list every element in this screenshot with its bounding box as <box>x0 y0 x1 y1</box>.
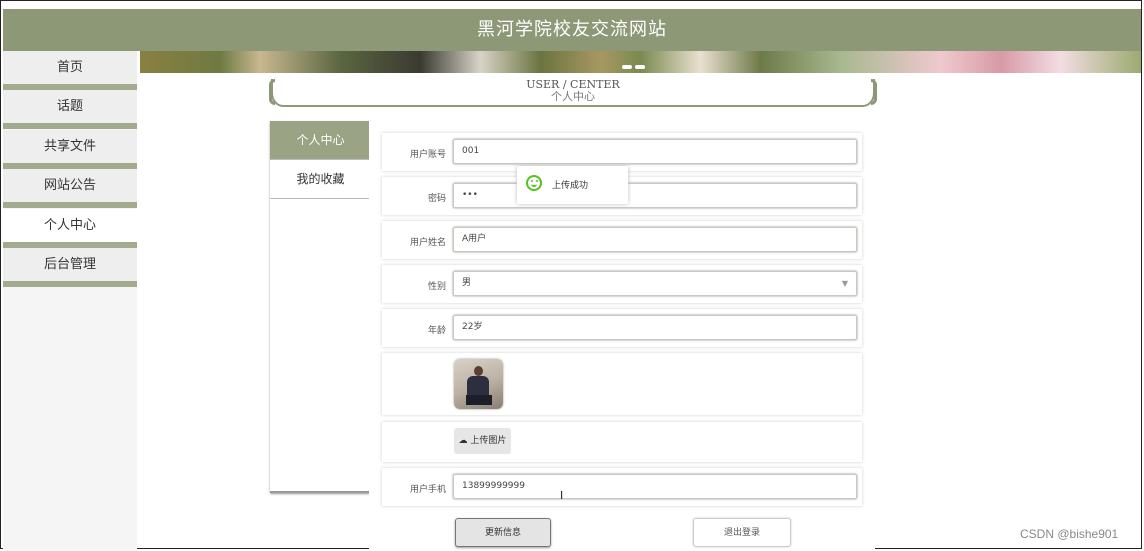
heading-cap-right <box>871 79 877 105</box>
account-input[interactable]: 001 <box>453 139 857 164</box>
upload-image-label: 上传图片 <box>470 436 507 446</box>
phone-input[interactable]: 13899999999 <box>453 474 857 499</box>
upload-success-toast: 上传成功 <box>517 166 628 204</box>
age-label: 年龄 <box>427 326 446 336</box>
sub-menu-user-center[interactable]: 个人中心 <box>270 121 371 160</box>
user-center-title-cn: 个人中心 <box>551 90 595 103</box>
nav-item-shared-files[interactable]: 共享文件 <box>3 130 137 169</box>
gender-select-value: 男 <box>462 278 472 288</box>
avatar-image <box>454 359 503 409</box>
nav-item-admin[interactable]: 后台管理 <box>3 248 137 287</box>
user-center-heading: USER / CENTER 个人中心 <box>269 79 877 107</box>
form-row-upload: ☁ 上传图片 <box>382 422 862 462</box>
form-row-gender: 性别 男 ▼ <box>382 265 862 303</box>
phone-label: 用户手机 <box>409 485 446 495</box>
carousel-dot[interactable] <box>622 65 632 69</box>
gender-select[interactable]: 男 ▼ <box>453 271 857 296</box>
watermark: CSDN @bishe901 <box>1020 527 1119 541</box>
form-row-avatar <box>382 353 862 415</box>
age-input[interactable]: 22岁 <box>453 315 857 340</box>
nav-item-home[interactable]: 首页 <box>3 51 137 90</box>
form-row-name: 用户姓名 A用户 <box>382 221 862 259</box>
gender-label: 性别 <box>427 282 446 292</box>
account-label: 用户账号 <box>409 150 446 160</box>
logout-button[interactable]: 退出登录 <box>693 518 791 547</box>
toast-message: 上传成功 <box>552 181 589 191</box>
sub-menu-favorites[interactable]: 我的收藏 <box>270 160 371 199</box>
avatar-head <box>474 366 483 376</box>
avatar-legs <box>466 395 492 405</box>
heading-cap-left <box>269 79 275 105</box>
user-sub-menu: 个人中心 我的收藏 <box>270 121 371 493</box>
nav-item-topics[interactable]: 话题 <box>3 90 137 129</box>
password-label: 密码 <box>427 194 446 204</box>
cloud-upload-icon: ☁ <box>458 436 468 446</box>
form-row-phone: 用户手机 13899999999 <box>382 468 862 506</box>
update-info-button[interactable]: 更新信息 <box>455 518 551 547</box>
smile-icon <box>526 175 542 191</box>
site-title: 黑河学院校友交流网站 <box>477 19 667 40</box>
form-row-age: 年龄 22岁 <box>382 309 862 347</box>
carousel-indicators[interactable] <box>622 54 652 69</box>
nav-item-announcements[interactable]: 网站公告 <box>3 169 137 208</box>
site-header: 黑河学院校友交流网站 <box>3 9 1141 51</box>
left-nav: 首页 话题 共享文件 网站公告 个人中心 后台管理 <box>3 51 137 551</box>
nav-item-user-center[interactable]: 个人中心 <box>3 209 137 248</box>
upload-image-button[interactable]: ☁ 上传图片 <box>454 428 511 454</box>
chevron-down-icon: ▼ <box>841 279 848 288</box>
name-input[interactable]: A用户 <box>453 227 857 252</box>
carousel-dot[interactable] <box>635 65 645 69</box>
text-cursor-icon: I <box>560 489 564 502</box>
password-input[interactable]: ••• <box>453 183 857 208</box>
name-label: 用户姓名 <box>409 238 446 248</box>
